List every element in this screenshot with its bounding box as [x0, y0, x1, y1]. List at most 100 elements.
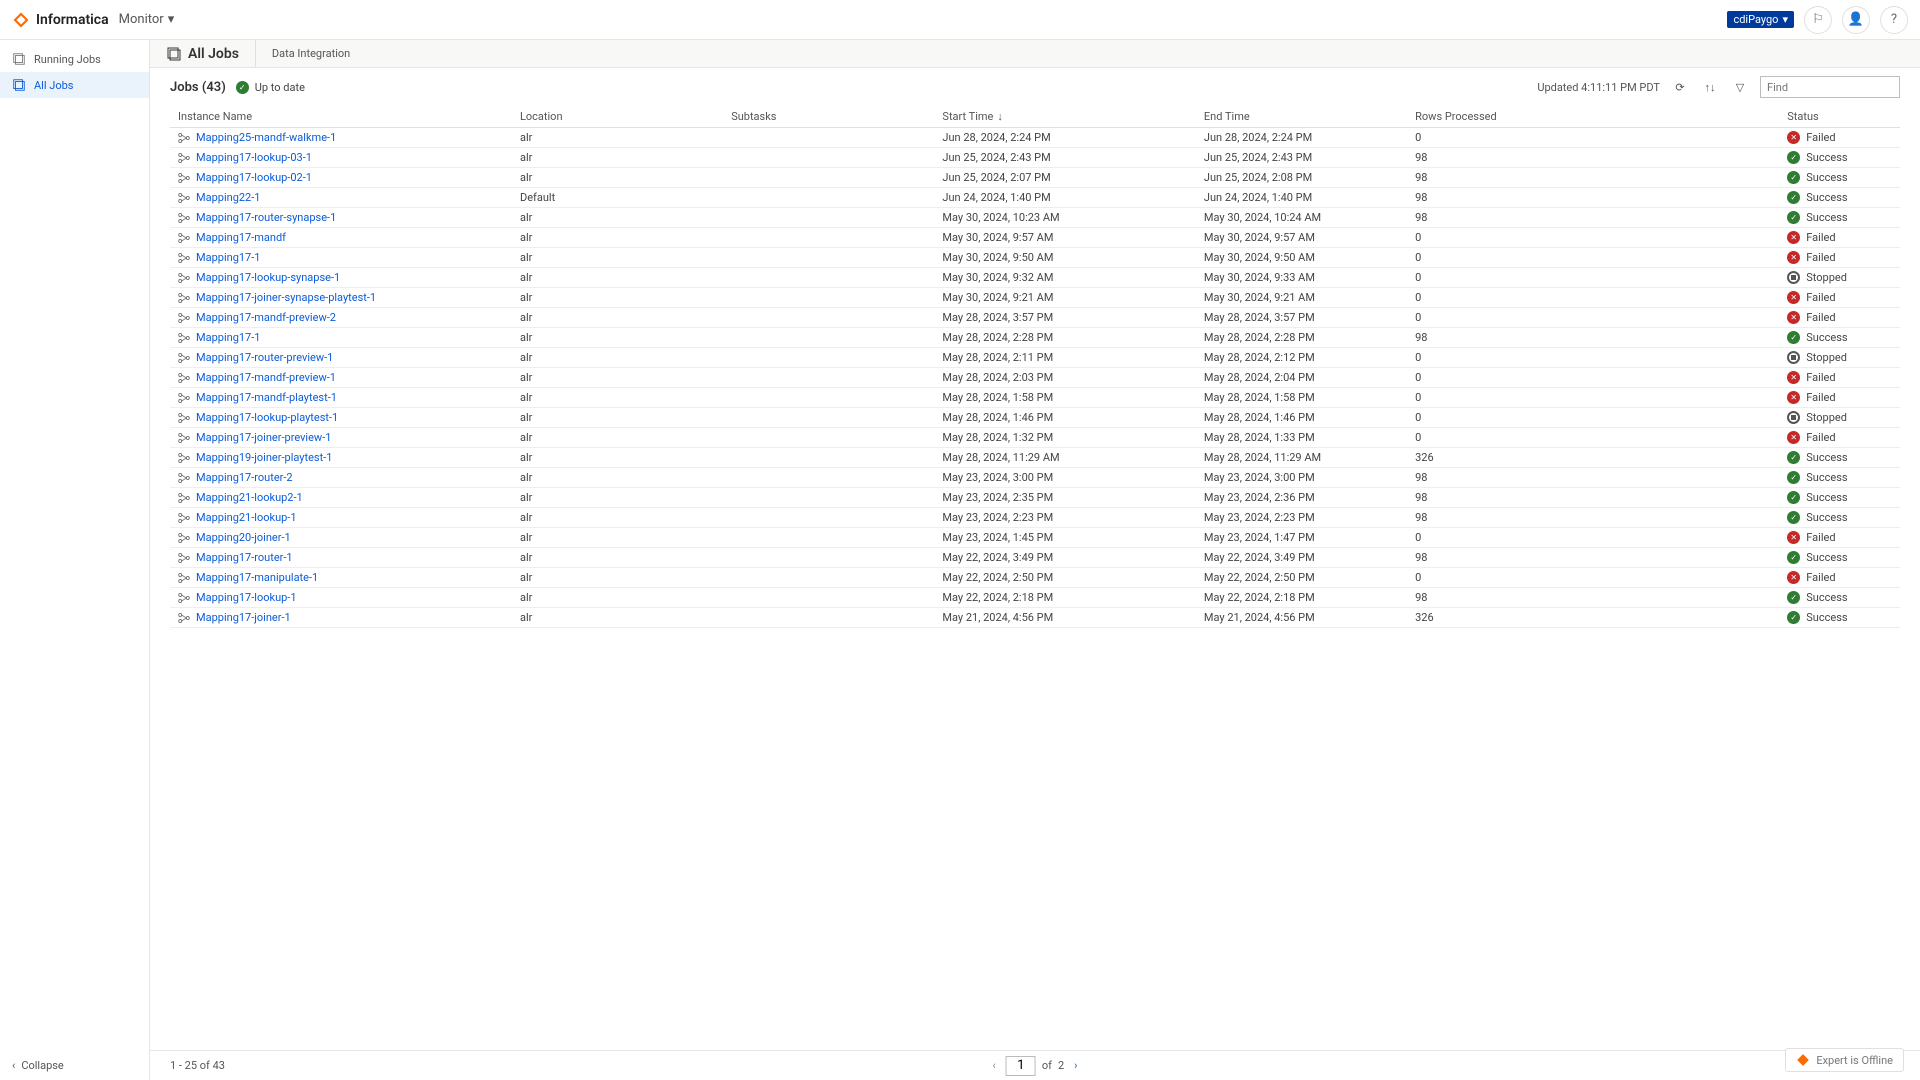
col-start-time[interactable]: Start Time↓ — [934, 106, 1196, 128]
col-rows-processed[interactable]: Rows Processed — [1407, 106, 1779, 128]
instance-name-link[interactable]: Mapping17-lookup-02-1 — [196, 171, 312, 184]
app-switcher[interactable]: Monitor ▾ — [119, 12, 175, 27]
cell-status: ✓Success — [1787, 191, 1892, 204]
instance-name-link[interactable]: Mapping21-lookup2-1 — [196, 491, 303, 504]
instance-name-link[interactable]: Mapping17-lookup-synapse-1 — [196, 271, 340, 284]
status-label: Success — [1806, 331, 1847, 344]
status-success-icon: ✓ — [1787, 331, 1800, 344]
table-row[interactable]: Mapping17-1alrMay 28, 2024, 2:28 PMMay 2… — [170, 328, 1900, 348]
instance-name-link[interactable]: Mapping17-lookup-playtest-1 — [196, 411, 338, 424]
cell-location: alr — [512, 228, 723, 248]
status-success-icon: ✓ — [1787, 171, 1800, 184]
table-row[interactable]: Mapping25-mandf-walkme-1alrJun 28, 2024,… — [170, 128, 1900, 148]
cell-end-time: May 30, 2024, 9:57 AM — [1196, 228, 1407, 248]
user-button[interactable]: 👤 — [1842, 6, 1870, 34]
status-success-icon: ✓ — [1787, 471, 1800, 484]
table-row[interactable]: Mapping17-lookup-playtest-1alrMay 28, 20… — [170, 408, 1900, 428]
col-subtasks[interactable]: Subtasks — [723, 106, 934, 128]
table-row[interactable]: Mapping17-mandfalrMay 30, 2024, 9:57 AMM… — [170, 228, 1900, 248]
sidebar-item-all-jobs[interactable]: All Jobs — [0, 72, 149, 98]
instance-name-link[interactable]: Mapping17-joiner-1 — [196, 611, 291, 624]
find-input[interactable] — [1760, 76, 1900, 98]
sidebar-item-running-jobs[interactable]: Running Jobs — [0, 46, 149, 72]
table-row[interactable]: Mapping17-joiner-1alrMay 21, 2024, 4:56 … — [170, 608, 1900, 628]
sort-button[interactable]: ↑↓ — [1700, 77, 1720, 97]
table-row[interactable]: Mapping17-mandf-preview-1alrMay 28, 2024… — [170, 368, 1900, 388]
cell-rows-processed: 0 — [1407, 408, 1779, 428]
table-row[interactable]: Mapping17-router-synapse-1alrMay 30, 202… — [170, 208, 1900, 228]
sidebar-item-label: All Jobs — [34, 79, 73, 92]
instance-name-link[interactable]: Mapping17-lookup-03-1 — [196, 151, 312, 164]
org-selector[interactable]: cdiPaygo ▾ — [1727, 11, 1794, 28]
table-row[interactable]: Mapping17-1alrMay 30, 2024, 9:50 AMMay 3… — [170, 248, 1900, 268]
instance-name-link[interactable]: Mapping17-router-1 — [196, 551, 293, 564]
tab-all-jobs[interactable]: All Jobs — [166, 40, 256, 67]
table-row[interactable]: Mapping17-lookup-03-1alrJun 25, 2024, 2:… — [170, 148, 1900, 168]
instance-name-link[interactable]: Mapping17-mandf-preview-2 — [196, 311, 336, 324]
cell-location: alr — [512, 388, 723, 408]
mapping-icon — [178, 372, 190, 384]
table-row[interactable]: Mapping22-1DefaultJun 24, 2024, 1:40 PMJ… — [170, 188, 1900, 208]
table-row[interactable]: Mapping17-router-preview-1alrMay 28, 202… — [170, 348, 1900, 368]
page-input[interactable] — [1006, 1056, 1036, 1076]
filter-button[interactable]: ▽ — [1730, 77, 1750, 97]
tab-data-integration[interactable]: Data Integration — [272, 47, 350, 60]
instance-name-link[interactable]: Mapping17-router-synapse-1 — [196, 211, 336, 224]
instance-name-link[interactable]: Mapping25-mandf-walkme-1 — [196, 131, 336, 144]
table-row[interactable]: Mapping21-lookup2-1alrMay 23, 2024, 2:35… — [170, 488, 1900, 508]
instance-name-link[interactable]: Mapping21-lookup-1 — [196, 511, 297, 524]
collapse-sidebar-button[interactable]: ‹ Collapse — [12, 1059, 64, 1072]
mapping-icon — [178, 252, 190, 264]
instance-name-link[interactable]: Mapping17-lookup-1 — [196, 591, 297, 604]
col-instance-name[interactable]: Instance Name — [170, 106, 512, 128]
next-page-button[interactable]: › — [1070, 1059, 1081, 1072]
instance-name-link[interactable]: Mapping17-mandf — [196, 231, 286, 244]
table-row[interactable]: Mapping21-lookup-1alrMay 23, 2024, 2:23 … — [170, 508, 1900, 528]
cell-location: alr — [512, 448, 723, 468]
instance-name-link[interactable]: Mapping17-joiner-synapse-playtest-1 — [196, 291, 376, 304]
help-button[interactable]: ? — [1880, 6, 1908, 34]
status-label: Stopped — [1806, 351, 1847, 364]
col-status[interactable]: Status — [1779, 106, 1900, 128]
instance-name-link[interactable]: Mapping19-joiner-playtest-1 — [196, 451, 332, 464]
col-end-time[interactable]: End Time — [1196, 106, 1407, 128]
prev-page-button[interactable]: ‹ — [989, 1059, 1000, 1072]
help-icon: ? — [1891, 12, 1897, 27]
table-row[interactable]: Mapping17-mandf-preview-2alrMay 28, 2024… — [170, 308, 1900, 328]
table-row[interactable]: Mapping17-manipulate-1alrMay 22, 2024, 2… — [170, 568, 1900, 588]
cell-rows-processed: 0 — [1407, 388, 1779, 408]
table-row[interactable]: Mapping17-lookup-synapse-1alrMay 30, 202… — [170, 268, 1900, 288]
table-row[interactable]: Mapping17-joiner-preview-1alrMay 28, 202… — [170, 428, 1900, 448]
instance-name-link[interactable]: Mapping17-router-2 — [196, 471, 293, 484]
cell-end-time: May 28, 2024, 1:46 PM — [1196, 408, 1407, 428]
notifications-button[interactable]: ⚐ — [1804, 6, 1832, 34]
cell-location: alr — [512, 248, 723, 268]
table-row[interactable]: Mapping17-lookup-1alrMay 22, 2024, 2:18 … — [170, 588, 1900, 608]
refresh-button[interactable]: ⟳ — [1670, 77, 1690, 97]
table-row[interactable]: Mapping20-joiner-1alrMay 23, 2024, 1:45 … — [170, 528, 1900, 548]
table-row[interactable]: Mapping17-router-2alrMay 23, 2024, 3:00 … — [170, 468, 1900, 488]
instance-name-link[interactable]: Mapping17-manipulate-1 — [196, 571, 318, 584]
table-row[interactable]: Mapping17-router-1alrMay 22, 2024, 3:49 … — [170, 548, 1900, 568]
jobs-count-label: Jobs (43) — [170, 80, 226, 95]
status-label: Failed — [1806, 311, 1835, 324]
instance-name-link[interactable]: Mapping20-joiner-1 — [196, 531, 291, 544]
cell-status: ✕Failed — [1787, 371, 1892, 384]
instance-name-link[interactable]: Mapping17-1 — [196, 251, 260, 264]
instance-name-link[interactable]: Mapping17-joiner-preview-1 — [196, 431, 331, 444]
instance-name-link[interactable]: Mapping17-router-preview-1 — [196, 351, 333, 364]
expert-chat-widget[interactable]: Expert is Offline — [1785, 1048, 1904, 1072]
instance-name-link[interactable]: Mapping17-mandf-playtest-1 — [196, 391, 337, 404]
cell-location: alr — [512, 468, 723, 488]
table-row[interactable]: Mapping17-lookup-02-1alrJun 25, 2024, 2:… — [170, 168, 1900, 188]
instance-name-link[interactable]: Mapping22-1 — [196, 191, 260, 204]
cell-end-time: May 28, 2024, 1:58 PM — [1196, 388, 1407, 408]
cell-start-time: May 28, 2024, 1:46 PM — [934, 408, 1196, 428]
instance-name-link[interactable]: Mapping17-1 — [196, 331, 260, 344]
brand-logo: Informatica — [12, 11, 109, 29]
table-row[interactable]: Mapping19-joiner-playtest-1alrMay 28, 20… — [170, 448, 1900, 468]
col-location[interactable]: Location — [512, 106, 723, 128]
table-row[interactable]: Mapping17-mandf-playtest-1 alr May 28, 202… — [170, 388, 1900, 408]
instance-name-link[interactable]: Mapping17-mandf-preview-1 — [196, 371, 336, 384]
table-row[interactable]: Mapping17-joiner-synapse-playtest-1alrMa… — [170, 288, 1900, 308]
